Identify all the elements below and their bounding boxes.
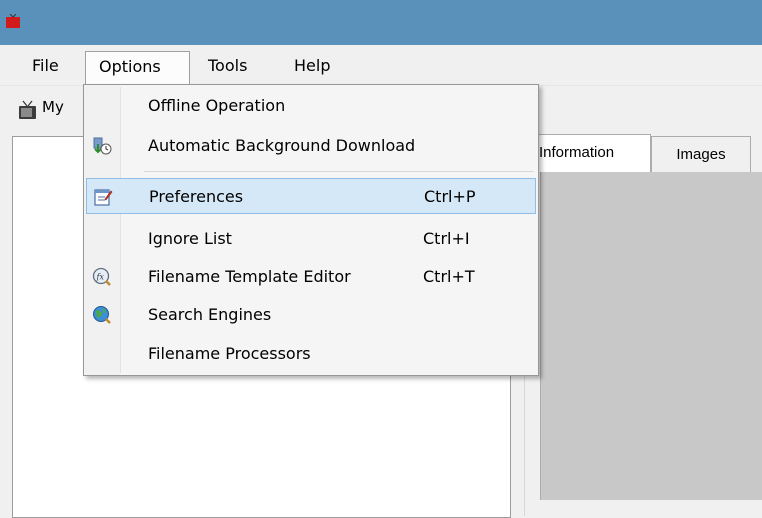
menu-separator xyxy=(144,171,534,172)
app-logo-icon xyxy=(6,14,20,28)
menu-item-label: Offline Operation xyxy=(148,96,286,115)
menu-item-label: Preferences xyxy=(149,187,244,206)
menu-help[interactable]: Help xyxy=(294,51,330,81)
menu-item-shortcut: Ctrl+T xyxy=(423,267,475,286)
detail-tabs: Information Images xyxy=(528,134,762,172)
menu-options[interactable]: Options xyxy=(85,51,190,84)
tab-information[interactable]: Information xyxy=(528,134,651,172)
menu-item-label: Filename Processors xyxy=(148,344,311,363)
menu-item-shortcut: Ctrl+P xyxy=(424,187,476,206)
tv-icon xyxy=(19,100,36,119)
preferences-icon xyxy=(94,189,113,206)
menu-item-search-engines[interactable]: Search Engines xyxy=(86,297,536,333)
menu-item-label: Search Engines xyxy=(148,305,272,324)
options-dropdown-menu: Offline Operation Automatic Background D… xyxy=(83,84,539,376)
tab-content-area xyxy=(540,172,762,500)
menu-file[interactable]: File xyxy=(32,51,59,81)
tab-images[interactable]: Images xyxy=(651,136,751,172)
menu-item-preferences[interactable]: Preferences Ctrl+P xyxy=(86,178,536,214)
menu-item-label: Ignore List xyxy=(148,229,232,248)
menu-item-label: Automatic Background Download xyxy=(148,136,416,155)
title-bar xyxy=(0,0,762,45)
menu-bar: File Options Tools Help xyxy=(0,45,762,86)
search-engines-icon xyxy=(93,306,111,324)
menu-item-offline-operation[interactable]: Offline Operation xyxy=(86,88,536,124)
menu-item-automatic-background-download[interactable]: Automatic Background Download xyxy=(86,128,536,164)
menu-item-filename-template-editor[interactable]: fx Filename Template Editor Ctrl+T xyxy=(86,259,536,295)
menu-item-label: Filename Template Editor xyxy=(148,267,351,286)
menu-item-filename-processors[interactable]: Filename Processors xyxy=(86,336,536,372)
toolbar-tab-label[interactable]: My xyxy=(42,98,82,116)
background-download-icon xyxy=(93,137,112,155)
svg-text:fx: fx xyxy=(96,273,105,282)
menu-tools[interactable]: Tools xyxy=(208,51,247,81)
template-editor-icon: fx xyxy=(92,267,111,286)
menu-item-shortcut: Ctrl+I xyxy=(423,229,470,248)
menu-item-ignore-list[interactable]: Ignore List Ctrl+I xyxy=(86,221,536,257)
